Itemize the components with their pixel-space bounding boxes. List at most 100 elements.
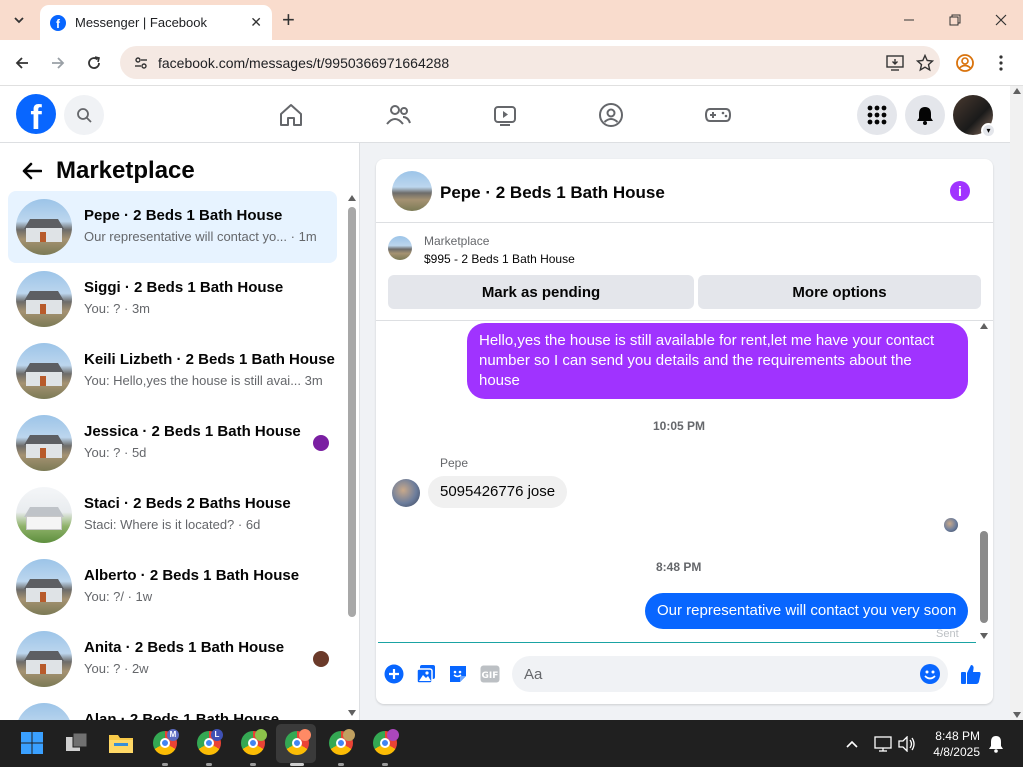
facebook-logo[interactable]: f [16,94,56,134]
close-tab-icon[interactable]: ✕ [250,14,262,31]
chat-scrollbar[interactable] [977,321,991,641]
omnibox[interactable]: facebook.com/messages/t/9950366971664288 [120,46,940,79]
conversation-item[interactable]: Anita · 2 Beds 1 Bath House You: ? · 2w [8,623,337,695]
grid-menu-icon [867,105,887,125]
chrome-profile-l[interactable]: L [194,728,224,758]
mark-as-pending-button[interactable]: Mark as pending [388,275,694,309]
minimize-button[interactable] [886,8,932,32]
smiley-icon [924,670,936,680]
scroll-down-arrow-icon[interactable] [1013,712,1021,718]
account-avatar[interactable]: ▾ [953,95,996,138]
message-composer: GIF [376,649,993,699]
sticker-icon [450,666,466,682]
info-icon[interactable]: i [950,181,970,201]
chat-title[interactable]: Pepe · 2 Beds 1 Bath House [440,183,665,203]
install-app-icon[interactable] [880,50,910,76]
more-options-button[interactable]: More options [698,275,981,309]
conversation-list-scrollbar[interactable] [346,193,357,718]
volume-button[interactable] [897,734,917,754]
listing-thumbnail[interactable] [388,236,412,260]
message-thread[interactable]: Hello,yes the house is still available f… [376,321,993,641]
back-to-chats-button[interactable] [16,155,48,187]
plus-circle-icon [384,664,404,684]
file-explorer-button[interactable] [106,728,136,758]
search-icon [77,108,92,123]
nav-friends[interactable] [378,98,418,132]
url-text[interactable]: facebook.com/messages/t/9950366971664288 [158,55,880,71]
network-button[interactable] [873,734,893,754]
notification-center-button[interactable] [986,734,1006,754]
outgoing-message[interactable]: Our representative will contact you very… [645,593,969,629]
bookmark-star-icon[interactable] [910,50,940,76]
scroll-up-arrow-icon[interactable] [980,323,988,329]
scroll-up-arrow-icon[interactable] [1013,88,1021,94]
conversation-item[interactable]: Staci · 2 Beds 2 Baths House Staci: Wher… [8,479,337,551]
scrollbar-thumb[interactable] [980,531,988,623]
taskbar-clock[interactable]: 8:48 PM 4/8/2025 [920,728,980,760]
nav-home[interactable] [271,98,311,132]
scroll-up-arrow-icon[interactable] [348,195,356,201]
conversation-item[interactable]: Jessica · 2 Beds 1 Bath House You: ? · 5… [8,407,337,479]
notifications-button[interactable] [905,95,945,135]
scroll-down-arrow-icon[interactable] [980,633,988,639]
show-hidden-icons-button[interactable] [842,734,862,754]
gif-button[interactable]: GIF [478,662,502,686]
sender-avatar[interactable] [392,479,420,507]
arrow-right-icon [52,57,65,69]
restore-button[interactable] [932,8,978,32]
sticker-button[interactable] [446,662,470,686]
chrome-profile-5[interactable] [326,728,356,758]
arrow-left-icon [15,57,28,69]
task-view-button[interactable] [62,728,92,758]
emoji-button[interactable] [920,664,940,684]
conversation-preview: Staci: Where is it located? · 6d [84,517,261,532]
conversation-item[interactable]: Alan · 2 Beds 1 Bath House [8,695,337,720]
menu-button[interactable] [857,95,897,135]
new-tab-button[interactable]: + [282,9,295,31]
house-thumbnail [16,199,72,255]
conversation-item[interactable]: Alberto · 2 Beds 1 Bath House You: ?/ · … [8,551,337,623]
listing-title[interactable]: $995 - 2 Beds 1 Bath House [424,252,575,266]
scroll-down-arrow-icon[interactable] [348,710,356,716]
outgoing-message[interactable]: Hello,yes the house is still available f… [467,323,968,399]
chat-avatar[interactable] [392,171,432,211]
nav-groups[interactable] [591,98,631,132]
tab-search-button[interactable] [6,8,32,32]
back-button[interactable] [9,50,35,76]
chrome-profile-3[interactable] [238,728,268,758]
site-settings-icon[interactable] [132,54,150,72]
conversation-item[interactable]: Pepe · 2 Beds 1 Bath House Our represent… [8,191,337,263]
browser-menu-button[interactable] [988,50,1014,76]
page-scrollbar[interactable] [1010,86,1023,720]
start-button[interactable] [17,728,47,758]
chrome-icon: L [197,729,223,755]
attach-photo-button[interactable] [414,662,438,686]
conversation-item[interactable]: Keili Lizbeth · 2 Beds 1 Bath House You:… [8,335,337,407]
incoming-message[interactable]: 5095426776 jose [428,476,568,508]
clock-date: 4/8/2025 [933,745,980,759]
like-button[interactable] [959,662,983,686]
nav-gaming[interactable] [698,98,738,132]
tab-title: Messenger | Facebook [75,15,207,30]
more-actions-button[interactable] [382,662,406,686]
profile-button[interactable] [952,50,978,76]
nav-watch[interactable] [485,98,525,132]
forward-button[interactable] [45,50,71,76]
house-thumbnail [16,271,72,327]
conversation-item[interactable]: Siggi · 2 Beds 1 Bath House You: ? · 3m [8,263,337,335]
reload-button[interactable] [81,50,107,76]
svg-text:GIF: GIF [482,671,499,681]
chrome-profile-4[interactable] [282,728,312,758]
bell-icon [917,107,933,125]
chrome-profile-m[interactable]: M [150,728,180,758]
chrome-profile-6[interactable] [370,728,400,758]
arrow-left-icon [22,162,42,180]
gamepad-icon [704,108,732,122]
browser-tab-bar: f Messenger | Facebook ✕ + [0,0,1023,40]
scrollbar-thumb[interactable] [348,207,356,617]
conversation-name: Pepe · 2 Beds 1 Bath House [84,207,283,224]
message-input[interactable] [524,664,904,684]
facebook-search-button[interactable] [64,95,104,135]
browser-tab-messenger[interactable]: f Messenger | Facebook ✕ [40,5,272,40]
close-window-button[interactable] [978,8,1023,32]
